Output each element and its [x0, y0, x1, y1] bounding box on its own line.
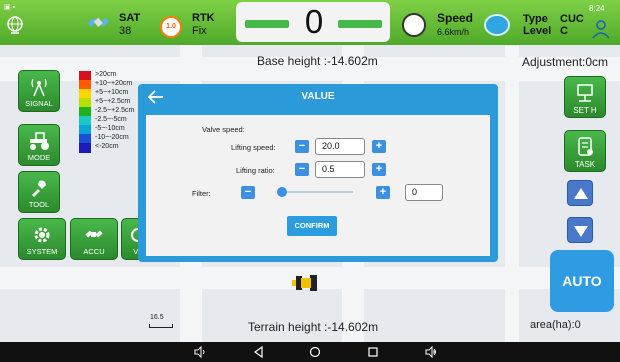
map-scale-bar	[149, 324, 173, 328]
satellite-icon	[87, 17, 109, 27]
android-nav-bar	[0, 342, 620, 362]
filter-decrease-button[interactable]: −	[241, 186, 255, 199]
volume-down-icon[interactable]	[193, 345, 207, 359]
map-road	[505, 45, 519, 342]
legend-label: -2.5~+2.5cm	[95, 107, 135, 114]
tool-button-label: TOOL	[28, 200, 50, 209]
dialog-title: VALUE	[301, 91, 335, 102]
type-label: Type	[523, 13, 548, 25]
lifting-ratio-input[interactable]: 0.5	[315, 161, 365, 178]
rtk-label: RTK	[192, 12, 215, 24]
tool-button[interactable]: TOOL	[18, 171, 60, 213]
level-type-icon	[484, 14, 510, 36]
speed-label: Speed	[437, 11, 474, 25]
triangle-up-icon	[574, 188, 588, 199]
triangle-down-icon	[574, 226, 588, 237]
rtk-status: Fix	[192, 25, 207, 37]
speed-value: 6.6km/h	[437, 27, 470, 37]
confirm-button[interactable]: CONFIRM	[287, 216, 337, 236]
accu-button-label: ACCU	[83, 247, 105, 256]
notification-icon: ▣ ▪	[4, 4, 16, 11]
filter-label: Filter:	[192, 189, 211, 198]
deviation-bar-right	[338, 20, 382, 28]
deviation-bar-left	[245, 20, 289, 28]
legend-label: +5~+10cm	[95, 89, 129, 96]
lifting-speed-input[interactable]: 20.0	[315, 138, 365, 155]
legend-label: >20cm	[95, 71, 117, 78]
map-scale-value: 16.5	[150, 314, 164, 321]
terrain-height-readout: Terrain height :-14.602m	[248, 320, 379, 334]
level-set-icon	[577, 84, 593, 102]
recents-icon[interactable]	[366, 345, 380, 359]
status-bar: ▣ ▪ SAT 38 1.0 RTK Fix 0 Speed 6.6km/h T…	[0, 0, 620, 45]
tractor-position-icon	[292, 275, 317, 291]
level-value: C	[560, 25, 568, 37]
gps-globe-icon	[7, 16, 23, 34]
dialog-header: VALUE	[138, 84, 498, 110]
set-height-button[interactable]: SET H	[564, 76, 606, 118]
legend-label: -10~-20cm	[95, 134, 129, 141]
lifting-speed-increase-button[interactable]: +	[372, 140, 386, 153]
up-arrow-button[interactable]	[567, 180, 593, 206]
home-icon[interactable]	[308, 345, 322, 359]
adjustment-readout: Adjustment:0cm	[522, 55, 609, 69]
mode-button[interactable]: MODE	[18, 124, 60, 166]
sat-label: SAT	[119, 12, 141, 24]
filter-input[interactable]: 0	[405, 184, 443, 201]
filter-slider-thumb[interactable]	[277, 187, 287, 197]
sat-count: 38	[119, 25, 132, 37]
legend-swatch	[79, 143, 91, 153]
type-value: CUC	[560, 13, 584, 25]
down-arrow-button[interactable]	[567, 217, 593, 243]
gear-icon	[34, 227, 50, 243]
user-icon[interactable]	[590, 18, 612, 40]
level-label: Level	[523, 25, 552, 37]
system-button-label: SYSTEM	[26, 247, 58, 256]
antenna-icon	[31, 78, 47, 97]
tractor-icon	[30, 132, 49, 150]
clock: 8:24	[589, 4, 605, 13]
lifting-ratio-increase-button[interactable]: +	[372, 163, 386, 176]
filter-increase-button[interactable]: +	[376, 186, 390, 199]
lifting-speed-decrease-button[interactable]: −	[295, 140, 309, 153]
set-height-button-label: SET H	[573, 106, 597, 115]
valve-speed-label: Valve speed:	[202, 125, 245, 134]
lifting-speed-label: Lifting speed:	[231, 143, 276, 152]
task-document-icon	[578, 137, 593, 156]
lifting-ratio-label: Lifting ratio:	[236, 166, 275, 175]
legend-label: -5~-10cm	[95, 125, 125, 132]
auto-button[interactable]: AUTO	[550, 250, 614, 312]
task-button[interactable]: TASK	[564, 130, 606, 172]
signal-button-label: SIGNAL	[25, 99, 53, 108]
rtk-badge-icon: 1.0	[160, 16, 182, 38]
filter-slider-track[interactable]	[281, 191, 353, 193]
lifting-ratio-decrease-button[interactable]: −	[295, 163, 309, 176]
legend-label: +10~+20cm	[95, 80, 133, 87]
mode-button-label: MODE	[27, 153, 51, 162]
deviation-value: 0	[304, 3, 324, 40]
signal-button[interactable]: SIGNAL	[18, 70, 60, 112]
accu-button[interactable]: ACCU	[70, 218, 118, 260]
satellite-icon	[85, 230, 103, 238]
back-icon[interactable]	[252, 345, 266, 359]
legend-label: -2.5~-5cm	[95, 116, 127, 123]
legend-label: <-20cm	[95, 143, 119, 150]
system-button[interactable]: SYSTEM	[18, 218, 66, 260]
area-readout: area(ha):0	[530, 319, 581, 331]
base-height-readout: Base height :-14.602m	[257, 54, 378, 68]
tool-icon	[32, 180, 46, 197]
legend-label: +5~+2.5cm	[95, 98, 131, 105]
volume-up-icon[interactable]	[424, 345, 438, 359]
speedometer-icon	[402, 13, 426, 37]
task-button-label: TASK	[574, 160, 596, 169]
